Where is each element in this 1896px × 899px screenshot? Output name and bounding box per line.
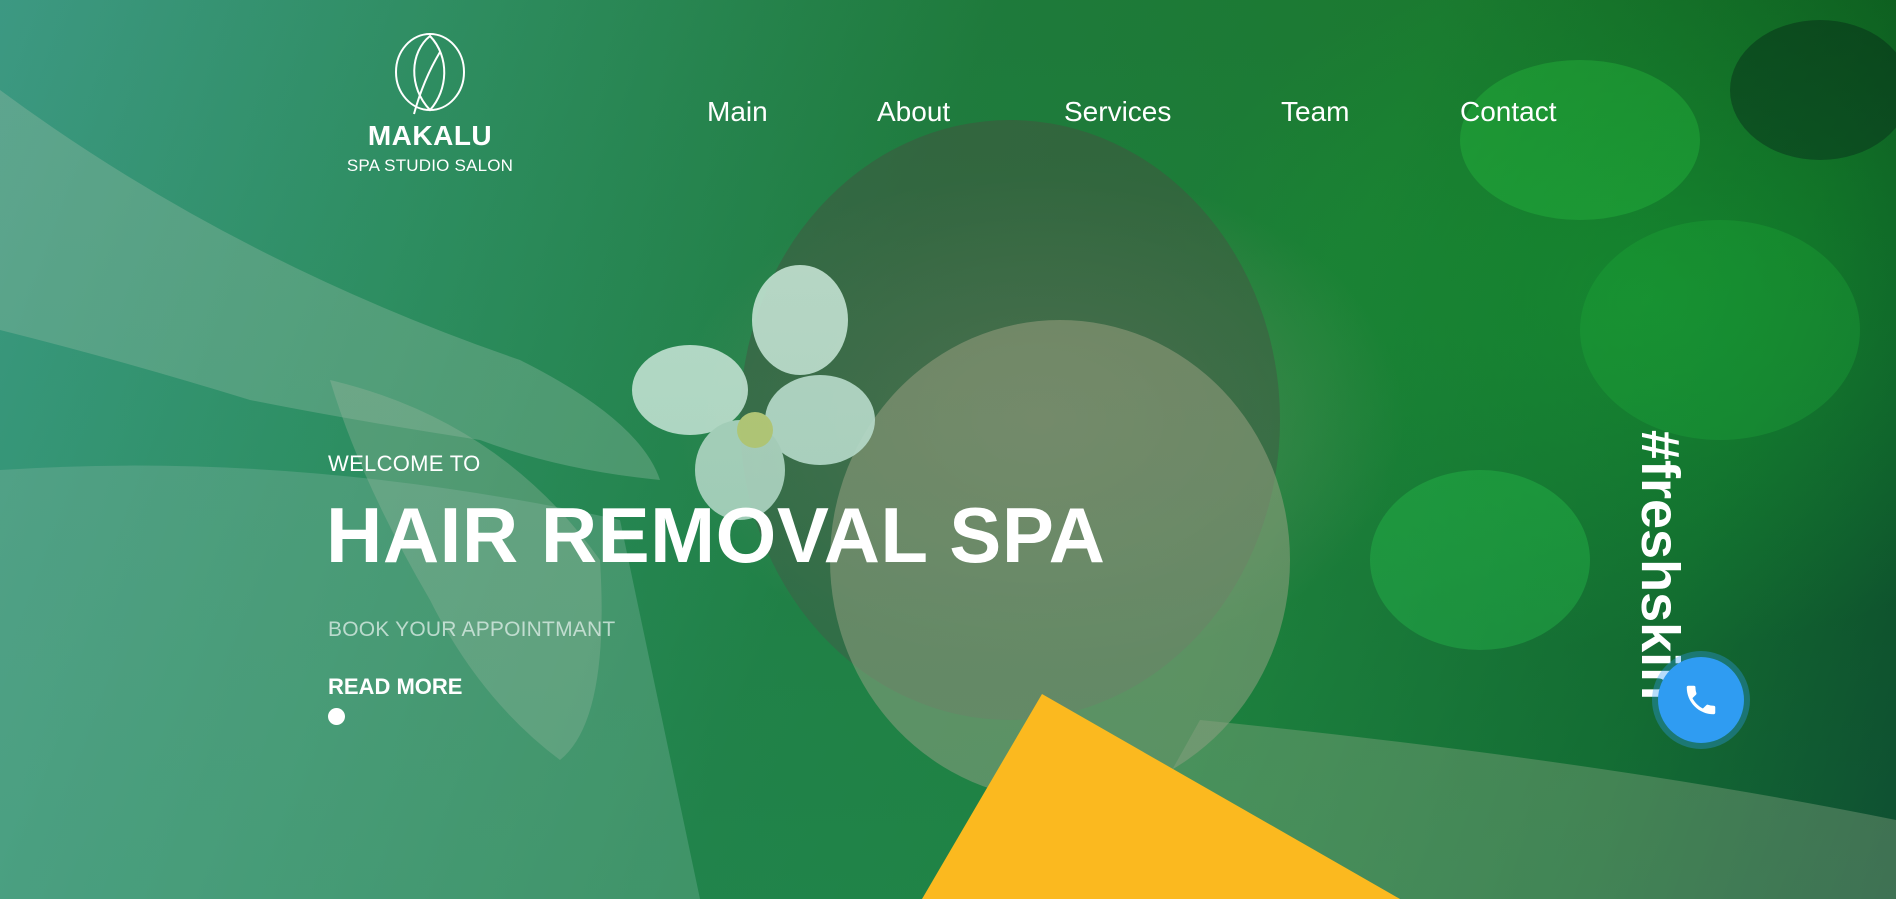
brand-tagline: SPA STUDIO SALON (346, 156, 514, 175)
nav-item-main[interactable]: Main (707, 96, 768, 128)
hero-subline: BOOK YOUR APPOINTMANT (328, 618, 616, 641)
nav-item-services[interactable]: Services (1064, 96, 1171, 128)
read-more-link[interactable]: READ MORE (328, 674, 462, 700)
phone-icon (1686, 685, 1716, 715)
slider-dot[interactable] (328, 708, 345, 725)
hero-headline: HAIR REMOVAL SPA (326, 491, 1106, 579)
hashtag-text: #freshskin (1630, 430, 1690, 701)
hero-section: MAKALU SPA STUDIO SALON Main About Servi… (0, 0, 1896, 899)
main-navigation: Main About Services Team Contact (0, 96, 1896, 136)
call-button[interactable] (1658, 657, 1744, 743)
hero-welcome-text: WELCOME TO (328, 451, 481, 476)
nav-item-team[interactable]: Team (1281, 96, 1349, 128)
nav-item-about[interactable]: About (877, 96, 950, 128)
nav-item-contact[interactable]: Contact (1460, 96, 1557, 128)
